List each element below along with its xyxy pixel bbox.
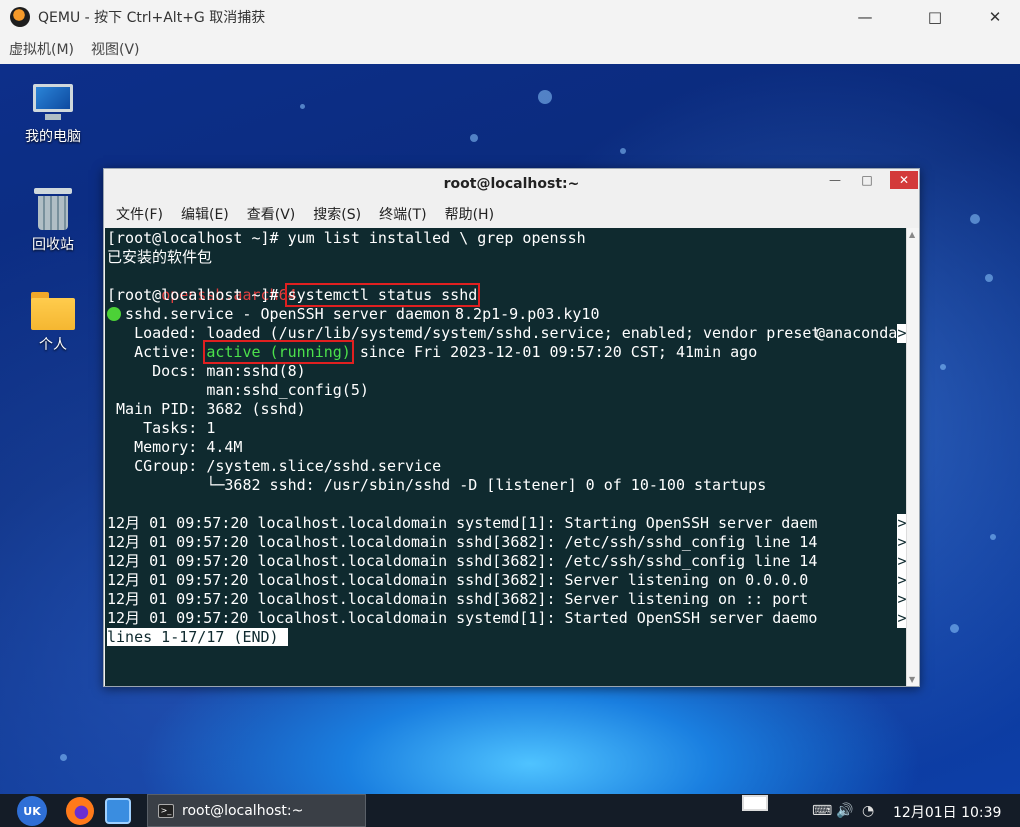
scroll-down-icon[interactable]: ▼ [909, 675, 915, 684]
journal-text: 12月 01 09:57:20 localhost.localdomain sy… [107, 514, 818, 532]
truncation-marker: > [897, 533, 906, 552]
maximize-button[interactable]: □ [912, 0, 958, 34]
qemu-menubar: 虚拟机(M) 视图(V) [0, 34, 1020, 64]
truncation-marker: > [897, 571, 906, 590]
menu-view[interactable]: 视图(V) [91, 39, 140, 59]
journal-text: 12月 01 09:57:20 localhost.localdomain ss… [107, 590, 818, 608]
taskbar: UK >_ root@localhost:~ ⌨ 🔊 ◔ 12月01日 10:3… [0, 794, 1020, 827]
terminal-line: [root@localhost ~]# yum list installed \… [107, 229, 586, 248]
volume-icon[interactable]: 🔊 [836, 794, 853, 827]
terminal-line: └─3682 sshd: /usr/sbin/sshd -D [listener… [107, 476, 767, 494]
truncation-marker: > [897, 514, 906, 533]
terminal-close-button[interactable]: ✕ [890, 171, 918, 189]
terminal-line: Tasks: 1 [107, 419, 216, 437]
terminal-menu-edit[interactable]: 编辑(E) [181, 204, 229, 224]
command-systemctl-highlight: systemctl status sshd [284, 283, 481, 307]
terminal-menu-search[interactable]: 搜索(S) [313, 204, 361, 224]
terminal-line: openssh.aarch64 8.2p1-9.p03.ky10 @anacon… [107, 267, 906, 342]
terminal-minimize-button[interactable]: — [824, 171, 846, 189]
desktop-icon-computer[interactable]: 我的电脑 [13, 82, 93, 146]
desktop-icon-label: 我的电脑 [25, 129, 81, 145]
truncation-marker: > [897, 324, 906, 343]
keyboard-icon[interactable]: ⌨ [812, 794, 832, 827]
loaded-line: Loaded: loaded (/usr/lib/systemd/system/… [107, 324, 821, 342]
terminal-icon: >_ [158, 803, 174, 818]
minimize-button[interactable]: — [842, 0, 888, 34]
desktop-icon-label: 个人 [39, 337, 67, 353]
journal-line: 12月 01 09:57:20 localhost.localdomain ss… [107, 571, 906, 590]
terminal-output[interactable]: [root@localhost ~]# yum list installed \… [105, 228, 906, 686]
terminal-menu-help[interactable]: 帮助(H) [445, 204, 494, 224]
terminal-line: man:sshd_config(5) [107, 381, 369, 399]
terminal-line: Main PID: 3682 (sshd) [107, 400, 306, 418]
taskbar-item-label: root@localhost:~ [182, 802, 304, 819]
terminal-line: Active: active (running) since Fri 2023-… [107, 340, 758, 364]
service-line: sshd.service - OpenSSH server daemon [125, 305, 451, 323]
prompt: [root@localhost ~]# [107, 229, 288, 247]
journal-line: 12月 01 09:57:20 localhost.localdomain ss… [107, 552, 906, 571]
terminal-line: [root@localhost ~]# systemctl status ssh… [107, 283, 481, 307]
journal-line: 12月 01 09:57:20 localhost.localdomain sy… [107, 514, 906, 533]
desktop-icon-home[interactable]: 个人 [13, 292, 93, 354]
close-button[interactable]: ✕ [972, 0, 1018, 34]
terminal-titlebar[interactable]: root@localhost:~ — □ ✕ [104, 169, 919, 199]
qemu-logo-icon [10, 7, 30, 27]
desktop-icon-trash[interactable]: 回收站 [13, 186, 93, 254]
scroll-up-icon[interactable]: ▲ [909, 230, 915, 239]
journal-text: 12月 01 09:57:20 localhost.localdomain ss… [107, 552, 818, 570]
truncation-marker: > [897, 590, 906, 609]
package-version: 8.2p1-9.p03.ky10 [455, 305, 600, 323]
terminal-menubar: 文件(F) 编辑(E) 查看(V) 搜索(S) 终端(T) 帮助(H) [104, 201, 919, 227]
firefox-icon[interactable] [66, 797, 94, 825]
qemu-window-title: QEMU - 按下 Ctrl+Alt+G 取消捕获 [38, 10, 266, 26]
terminal-line: 已安装的软件包 [107, 248, 213, 266]
terminal-scrollbar[interactable]: ▲ ▼ [906, 228, 919, 686]
terminal-line: Memory: 4.4M [107, 438, 243, 456]
active-label: Active: [107, 343, 207, 361]
journal-text: 12月 01 09:57:20 localhost.localdomain sy… [107, 609, 818, 627]
computer-icon [31, 82, 75, 122]
terminal-title: root@localhost:~ [443, 176, 580, 192]
home-folder-icon [31, 292, 75, 330]
desktop-icon-label: 回收站 [32, 237, 74, 253]
trash-icon [34, 186, 72, 230]
network-icon[interactable]: ◔ [862, 794, 874, 827]
command-yum: yum list installed \ grep openssh [287, 229, 586, 247]
terminal-line: Docs: man:sshd(8) [107, 362, 306, 380]
journal-text: 12月 01 09:57:20 localhost.localdomain ss… [107, 571, 818, 589]
journal-line: 12月 01 09:57:20 localhost.localdomain sy… [107, 609, 906, 628]
journal-line: 12月 01 09:57:20 localhost.localdomain ss… [107, 590, 906, 609]
journal-line: 12月 01 09:57:20 localhost.localdomain ss… [107, 533, 906, 552]
menu-machine[interactable]: 虚拟机(M) [9, 39, 74, 59]
terminal-menu-terminal[interactable]: 终端(T) [379, 204, 426, 224]
status-dot-icon [107, 307, 121, 321]
terminal-line: CGroup: /system.slice/sshd.service [107, 457, 442, 475]
terminal-line: lines 1-17/17 (END) [107, 628, 288, 647]
journal-text: 12月 01 09:57:20 localhost.localdomain ss… [107, 533, 818, 551]
truncation-marker: > [897, 609, 906, 628]
terminal-line: Loaded: loaded (/usr/lib/systemd/system/… [107, 324, 906, 343]
file-manager-icon[interactable] [105, 798, 131, 824]
terminal-window: root@localhost:~ — □ ✕ 文件(F) 编辑(E) 查看(V)… [103, 168, 920, 687]
terminal-menu-file[interactable]: 文件(F) [116, 204, 163, 224]
start-menu-button[interactable]: UK [17, 796, 47, 826]
workspace-switcher-icon[interactable] [742, 795, 768, 811]
active-state-highlight: active (running) [203, 340, 354, 364]
clock[interactable]: 12月01日 10:39 [893, 802, 1001, 822]
taskbar-item-terminal[interactable]: >_ root@localhost:~ [147, 794, 366, 827]
active-since: since Fri 2023-12-01 09:57:20 CST; 41min… [350, 343, 758, 361]
terminal-maximize-button[interactable]: □ [856, 171, 878, 189]
pager-status: lines 1-17/17 (END) [107, 628, 279, 646]
cursor [278, 628, 288, 646]
terminal-line: sshd.service - OpenSSH server daemon [107, 305, 450, 324]
qemu-titlebar: QEMU - 按下 Ctrl+Alt+G 取消捕获 — □ ✕ [0, 0, 1020, 34]
terminal-menu-view[interactable]: 查看(V) [247, 204, 296, 224]
prompt: [root@localhost ~]# [107, 286, 288, 304]
truncation-marker: > [897, 552, 906, 571]
